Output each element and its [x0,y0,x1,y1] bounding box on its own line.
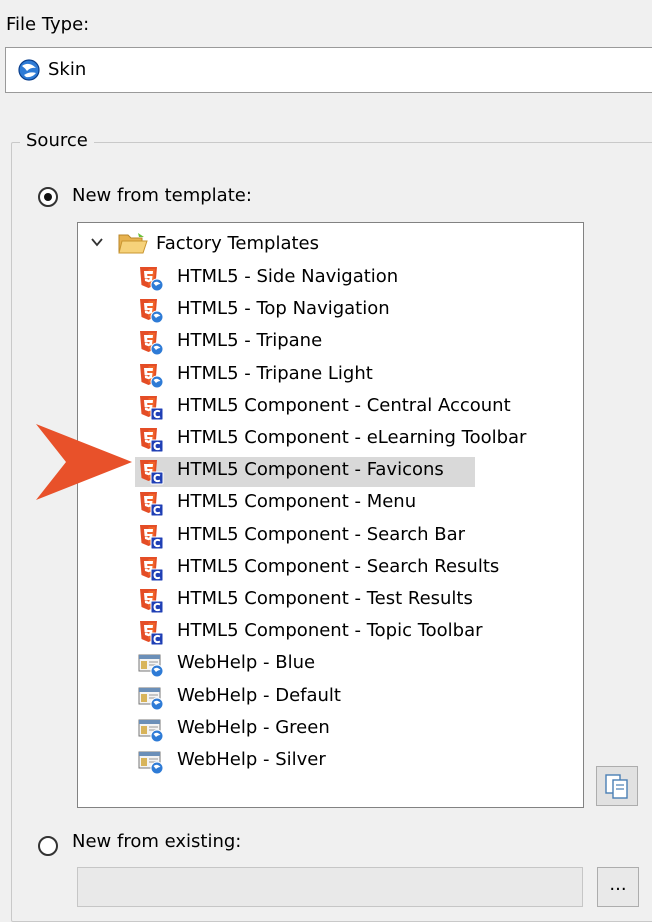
existing-path-input[interactable] [77,867,583,907]
folder-open-icon [118,233,148,254]
webhelp-skin-icon [138,685,164,711]
html5-component-icon [138,524,164,550]
html5-component-icon [138,427,164,453]
chevron-down-icon[interactable] [91,236,103,248]
html5-component-icon [138,620,164,646]
webhelp-skin-icon [138,749,164,775]
documents-icon [605,774,628,799]
tree-item-label: HTML5 Component - Search Bar [177,523,466,545]
source-legend: Source [20,130,94,151]
html5-component-icon [138,459,164,485]
tree-item-label: HTML5 Component - Central Account [177,394,511,416]
webhelp-skin-icon [138,652,164,678]
tree-item-label: HTML5 Component - Favicons [177,459,444,481]
html5-skin-icon [138,330,164,356]
radio-selected-dot [44,193,52,201]
tree-item-label: HTML5 - Tripane Light [177,362,373,384]
tree-item-label: HTML5 Component - Topic Toolbar [177,620,483,642]
file-type-label: File Type: [6,14,90,35]
tree-item-label: HTML5 - Top Navigation [177,298,390,320]
html5-skin-icon [138,363,164,389]
new-from-existing-label[interactable]: New from existing: [72,831,241,852]
tree-item[interactable]: HTML5 Component - Favicons [135,457,475,488]
new-from-existing-radio[interactable] [38,836,58,856]
html5-component-icon [138,395,164,421]
new-from-template-label[interactable]: New from template: [72,185,252,206]
html5-component-icon [138,588,164,614]
html5-component-icon [138,491,164,517]
webhelp-skin-icon [138,717,164,743]
tree-item-label: HTML5 Component - Menu [177,491,417,513]
copy-template-button[interactable] [596,766,638,806]
tree-item-label: HTML5 - Tripane [177,330,323,352]
factory-templates-label[interactable]: Factory Templates [156,233,319,254]
file-type-field[interactable] [5,47,652,93]
tree-item-label: WebHelp - Green [177,716,330,738]
file-type-value: Skin [48,59,87,80]
html5-skin-icon [138,298,164,324]
tree-item-label: WebHelp - Default [177,684,341,706]
html5-component-icon [138,556,164,582]
html5-skin-icon [138,266,164,292]
callout-arrow-icon [36,424,132,500]
browse-button[interactable]: ... [597,867,639,907]
tree-item-label: HTML5 - Side Navigation [177,266,399,287]
tree-item-label: WebHelp - Silver [177,749,326,770]
new-from-template-radio[interactable] [38,187,58,207]
skin-globe-icon [18,59,40,81]
tree-item-label: HTML5 Component - eLearning Toolbar [177,427,527,448]
tree-item-label: HTML5 Component - Search Results [177,555,500,577]
tree-item-label: WebHelp - Blue [177,652,316,674]
tree-item-label: HTML5 Component - Test Results [177,588,473,609]
